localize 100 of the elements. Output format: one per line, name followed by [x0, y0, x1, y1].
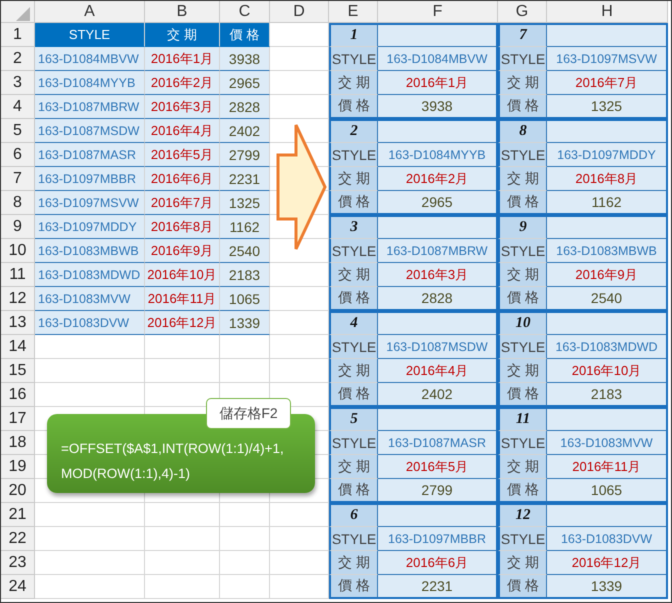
field-value: 2016年8月 — [547, 167, 668, 191]
field-value: 163-D1087MBRW — [378, 239, 498, 263]
block-number: 7 — [498, 23, 547, 47]
column-header[interactable]: D — [270, 1, 329, 23]
field-label: STYLE — [498, 239, 547, 263]
select-all-icon[interactable] — [16, 6, 30, 20]
field-value: 2799 — [378, 479, 498, 503]
row-number[interactable]: 20 — [1, 479, 35, 503]
field-label: 交 期 — [498, 263, 547, 287]
empty-cell — [220, 551, 270, 575]
table-cell: 163-D1083MDWD — [35, 263, 145, 287]
row-number[interactable]: 10 — [1, 239, 35, 263]
field-value: 2016年11月 — [547, 455, 668, 479]
field-value: 2016年10月 — [547, 359, 668, 383]
row-number[interactable]: 13 — [1, 311, 35, 335]
table-cell: 1065 — [220, 287, 270, 311]
row-number[interactable]: 6 — [1, 143, 35, 167]
table-cell: 2231 — [220, 167, 270, 191]
table-cell: 2016年2月 — [145, 71, 220, 95]
column-header[interactable]: H — [547, 1, 668, 23]
field-value: 2231 — [378, 575, 498, 599]
cell-tag: 儲存格F2 — [206, 398, 291, 429]
field-label: 價 格 — [329, 383, 378, 407]
row-number[interactable]: 11 — [1, 263, 35, 287]
column-header[interactable]: B — [145, 1, 220, 23]
field-label: 交 期 — [329, 455, 378, 479]
field-value: 2016年1月 — [378, 71, 498, 95]
formula-text: MOD(ROW(1:1),4)-1) — [61, 465, 191, 483]
row-number[interactable]: 16 — [1, 383, 35, 407]
row-number[interactable]: 2 — [1, 47, 35, 71]
column-header[interactable]: G — [498, 1, 547, 23]
row-number[interactable]: 23 — [1, 551, 35, 575]
table-cell: 163-D1084MBVW — [35, 47, 145, 71]
row-number[interactable]: 9 — [1, 215, 35, 239]
row-number[interactable]: 14 — [1, 335, 35, 359]
table-cell: 2016年12月 — [145, 311, 220, 335]
table-cell: 163-D1097MSVW — [35, 191, 145, 215]
column-header[interactable]: C — [220, 1, 270, 23]
row-number[interactable]: 22 — [1, 527, 35, 551]
field-value: 163-D1097MSVW — [547, 47, 668, 71]
column-header[interactable]: F — [378, 1, 498, 23]
block-number: 6 — [329, 503, 378, 527]
field-value: 2016年12月 — [547, 551, 668, 575]
table-cell: 3938 — [220, 47, 270, 71]
row-number[interactable]: 8 — [1, 191, 35, 215]
field-value: 163-D1087MASR — [378, 431, 498, 455]
row-number[interactable]: 21 — [1, 503, 35, 527]
table-cell: 2016年8月 — [145, 215, 220, 239]
block-number: 8 — [498, 119, 547, 143]
column-header[interactable]: E — [329, 1, 378, 23]
row-number[interactable]: 7 — [1, 167, 35, 191]
row-number[interactable]: 1 — [1, 23, 35, 47]
field-value: 1065 — [547, 479, 668, 503]
field-value: 2183 — [547, 383, 668, 407]
field-label: STYLE — [498, 527, 547, 551]
field-value: 3938 — [378, 95, 498, 119]
field-value: 163-D1083MVW — [547, 431, 668, 455]
table-cell: 1339 — [220, 311, 270, 335]
row-number[interactable]: 3 — [1, 71, 35, 95]
field-value: 2016年5月 — [378, 455, 498, 479]
table-cell: 163-D1083DVW — [35, 311, 145, 335]
block-number: 12 — [498, 503, 547, 527]
field-value: 163-D1084MBVW — [378, 47, 498, 71]
row-number[interactable]: 24 — [1, 575, 35, 599]
row-number[interactable]: 5 — [1, 119, 35, 143]
header-cell: 交 期 — [145, 23, 220, 47]
row-number[interactable]: 15 — [1, 359, 35, 383]
field-label: STYLE — [329, 335, 378, 359]
table-cell: 2016年10月 — [145, 263, 220, 287]
field-label: 交 期 — [498, 455, 547, 479]
field-value: 163-D1083MDWD — [547, 335, 668, 359]
column-header[interactable]: A — [35, 1, 145, 23]
empty-cell — [220, 527, 270, 551]
field-label: 價 格 — [498, 383, 547, 407]
field-value: 2016年9月 — [547, 263, 668, 287]
field-value: 1339 — [547, 575, 668, 599]
field-label: 價 格 — [329, 95, 378, 119]
row-number[interactable]: 17 — [1, 407, 35, 431]
table-cell: 2016年4月 — [145, 119, 220, 143]
field-label: 價 格 — [498, 191, 547, 215]
block-number: 2 — [329, 119, 378, 143]
row-number[interactable]: 12 — [1, 287, 35, 311]
row-number[interactable]: 19 — [1, 455, 35, 479]
field-value: 2016年7月 — [547, 71, 668, 95]
field-label: STYLE — [329, 431, 378, 455]
field-label: 交 期 — [329, 167, 378, 191]
table-cell: 2540 — [220, 239, 270, 263]
row-number[interactable]: 18 — [1, 431, 35, 455]
field-value: 1162 — [547, 191, 668, 215]
field-label: 交 期 — [329, 71, 378, 95]
field-label: 交 期 — [329, 551, 378, 575]
table-cell: 1325 — [220, 191, 270, 215]
field-label: 價 格 — [329, 191, 378, 215]
table-cell: 2402 — [220, 119, 270, 143]
field-value: 2828 — [378, 287, 498, 311]
field-value: 2540 — [547, 287, 668, 311]
row-number[interactable]: 4 — [1, 95, 35, 119]
field-value: 163-D1097MDDY — [547, 143, 668, 167]
block-number: 1 — [329, 23, 378, 47]
block-number: 9 — [498, 215, 547, 239]
